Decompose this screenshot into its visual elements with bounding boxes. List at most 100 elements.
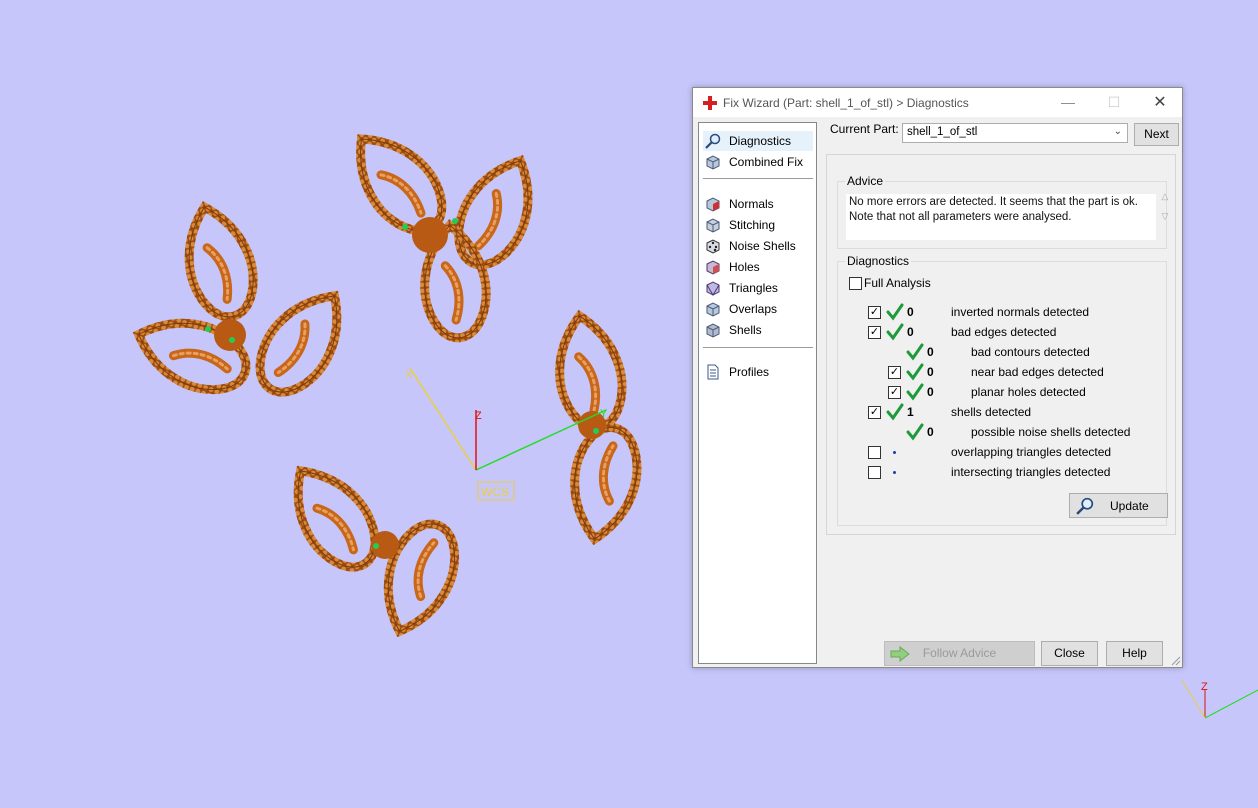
status-dot-icon	[893, 451, 896, 454]
axis-x-label: X	[405, 369, 413, 381]
help-button[interactable]: Help	[1106, 641, 1163, 666]
nav-item-diagnostics[interactable]: Diagnostics	[703, 131, 813, 151]
diagnostics-group: Diagnostics Full Analysis ✓ 0 inverted nor…	[837, 254, 1168, 526]
close-button[interactable]: Close	[1041, 641, 1098, 666]
diagnostic-label: near bad edges detected	[971, 365, 1104, 379]
diagnostic-checkbox[interactable]: ✓	[868, 306, 881, 319]
advice-line-2: Note that not all parameters were analys…	[849, 211, 1072, 223]
update-button[interactable]: Update	[1069, 493, 1168, 518]
diagnostic-label: shells detected	[951, 405, 1032, 419]
diagnostic-label: overlapping triangles detected	[951, 445, 1112, 459]
wizard-nav: Diagnostics Combined Fix Normals Stitchi…	[698, 122, 817, 664]
triangles-cube-icon	[706, 281, 720, 296]
diagnostic-checkbox[interactable]: ✓	[868, 326, 881, 339]
follow-advice-button[interactable]: Follow Advice	[884, 641, 1035, 666]
overlaps-cube-icon	[706, 302, 720, 317]
diagnostic-count: 0	[907, 325, 914, 339]
diagnostic-label: planar holes detected	[971, 385, 1086, 399]
title-bar[interactable]: Fix Wizard (Part: shell_1_of_stl) > Diag…	[693, 88, 1182, 117]
holes-cube-icon	[706, 260, 720, 275]
axis-z-label: Z	[475, 410, 482, 422]
diagnostic-checkbox[interactable]	[868, 446, 881, 459]
diagnostic-checkbox[interactable]: ✓	[868, 406, 881, 419]
advice-line-1: No more errors are detected. It seems th…	[849, 196, 1138, 208]
diagnostics-panel: Advice No more errors are detected. It s…	[826, 154, 1176, 535]
diagnostic-label: inverted normals detected	[951, 305, 1090, 319]
status-check-icon	[906, 383, 924, 401]
diagnostic-label: possible noise shells detected	[971, 425, 1131, 439]
chevron-down-icon: ⌄	[1113, 126, 1122, 137]
diagnostics-title: Diagnostics	[845, 254, 912, 268]
cube-icon	[706, 155, 720, 170]
nav-label: Noise Shells	[729, 239, 796, 253]
status-check-icon	[886, 403, 904, 421]
nav-label: Profiles	[729, 365, 770, 379]
jewelry-model-right[interactable]	[550, 311, 645, 545]
status-check-icon	[906, 363, 924, 381]
next-button[interactable]: Next	[1134, 123, 1179, 146]
axis-y-label: Y	[600, 408, 608, 420]
jewelry-model-top[interactable]	[338, 119, 548, 340]
advice-title: Advice	[845, 174, 886, 188]
status-check-icon	[886, 323, 904, 341]
fix-wizard-dialog: Fix Wizard (Part: shell_1_of_stl) > Diag…	[692, 87, 1183, 668]
status-check-icon	[906, 423, 924, 441]
advice-group: Advice No more errors are detected. It s…	[837, 174, 1168, 249]
magnifier-icon	[1076, 497, 1094, 515]
close-window-button[interactable]: ✕	[1137, 88, 1183, 117]
follow-advice-label: Follow Advice	[922, 646, 997, 660]
nav-label: Holes	[729, 260, 760, 274]
window-title: Fix Wizard (Part: shell_1_of_stl) > Diag…	[723, 96, 969, 110]
document-icon	[707, 364, 719, 380]
magnifier-icon	[705, 133, 721, 149]
nav-separator	[703, 347, 813, 348]
nav-item-overlaps[interactable]: Overlaps	[703, 299, 813, 319]
stitching-cube-icon	[706, 218, 720, 233]
nav-item-normals[interactable]: Normals	[703, 194, 813, 214]
wcs-label: WCS	[481, 485, 509, 499]
diagnostic-label: bad edges detected	[951, 325, 1057, 339]
current-part-label: Current Part:	[830, 122, 899, 136]
nav-separator	[703, 178, 813, 179]
diagnostic-label: bad contours detected	[971, 345, 1090, 359]
arrow-right-icon	[890, 646, 910, 662]
diagnostic-count: 0	[927, 425, 934, 439]
shells-cube-icon	[706, 323, 720, 338]
diagnostic-label: intersecting triangles detected	[951, 465, 1111, 479]
nav-label: Normals	[729, 197, 774, 211]
nav-item-noise-shells[interactable]: Noise Shells	[703, 236, 813, 256]
advice-scrollbar[interactable]: △ ▽	[1158, 186, 1172, 230]
status-check-icon	[906, 343, 924, 361]
nav-label: Diagnostics	[729, 134, 792, 148]
nav-label: Shells	[729, 323, 762, 337]
status-dot-icon	[893, 471, 896, 474]
nav-item-combined-fix[interactable]: Combined Fix	[703, 152, 813, 172]
update-label: Update	[1110, 499, 1149, 513]
diagnostic-count: 0	[927, 365, 934, 379]
nav-item-stitching[interactable]: Stitching	[703, 215, 813, 235]
resize-grip-icon[interactable]	[1169, 654, 1181, 666]
status-check-icon	[886, 303, 904, 321]
minimize-button[interactable]: —	[1045, 88, 1091, 117]
dice-icon	[706, 239, 720, 254]
diagnostic-checkbox[interactable]	[868, 466, 881, 479]
current-part-select[interactable]: shell_1_of_stl ⌄	[902, 123, 1128, 143]
mini-axis-z-label: Z	[1201, 681, 1208, 693]
nav-label: Stitching	[729, 218, 776, 232]
nav-item-shells[interactable]: Shells	[703, 320, 813, 340]
jewelry-model-bottom[interactable]	[276, 453, 467, 641]
full-analysis-label: Full Analysis	[864, 276, 931, 290]
nav-label: Overlaps	[729, 302, 778, 316]
nav-item-holes[interactable]: Holes	[703, 257, 813, 277]
nav-item-profiles[interactable]: Profiles	[703, 362, 813, 382]
nav-item-triangles[interactable]: Triangles	[703, 278, 813, 298]
maximize-button[interactable]: ☐	[1091, 88, 1137, 117]
normals-cube-icon	[706, 197, 720, 212]
diagnostic-count: 0	[927, 345, 934, 359]
diagnostic-checkbox[interactable]: ✓	[888, 386, 901, 399]
nav-label: Triangles	[729, 281, 778, 295]
diagnostic-checkbox[interactable]: ✓	[888, 366, 901, 379]
nav-label: Combined Fix	[729, 155, 804, 169]
jewelry-model-left[interactable]	[128, 199, 359, 406]
full-analysis-checkbox[interactable]	[849, 277, 862, 290]
